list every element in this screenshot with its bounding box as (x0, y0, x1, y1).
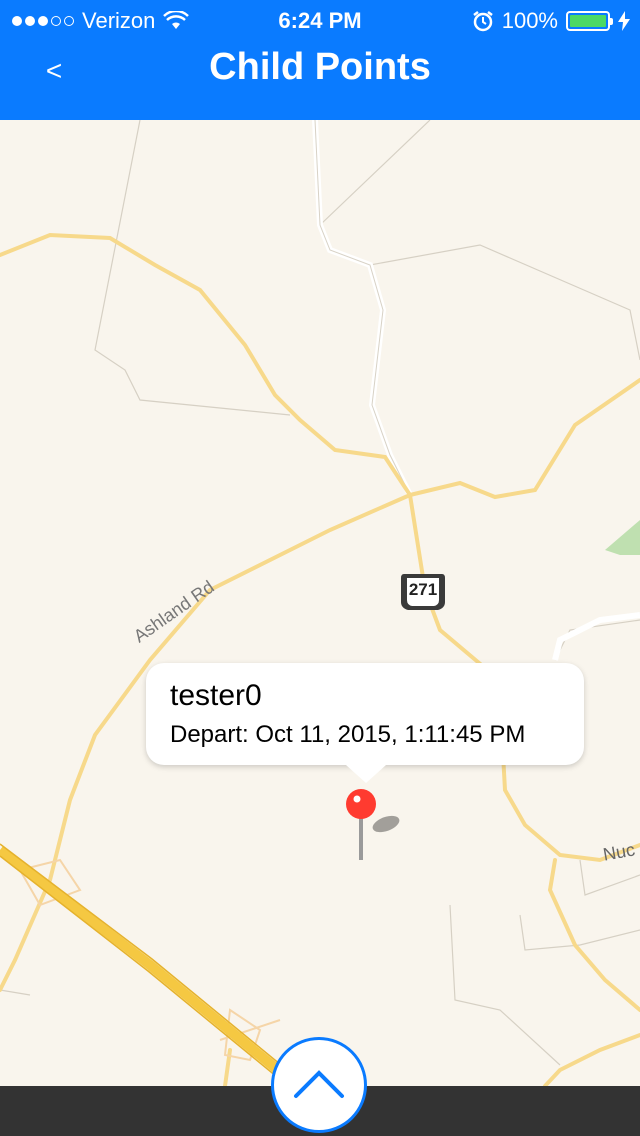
route-shield-icon: 271 (400, 572, 446, 612)
expand-button[interactable] (271, 1037, 367, 1133)
navigation-header: Verizon 6:24 PM 100% < Child Points (0, 0, 640, 120)
bolt-icon (618, 11, 630, 31)
status-right-group: 100% (472, 8, 630, 34)
status-bar: Verizon 6:24 PM 100% (0, 0, 640, 40)
pin-callout[interactable]: tester0 Depart: Oct 11, 2015, 1:11:45 PM (146, 663, 584, 783)
map-pin-icon[interactable] (342, 786, 412, 866)
chevron-up-icon (294, 1070, 344, 1098)
battery-percent: 100% (501, 8, 558, 33)
battery-icon (566, 11, 613, 31)
page-title: Child Points (209, 46, 431, 88)
park-area (605, 520, 640, 555)
alarm-icon (472, 11, 493, 32)
map-view[interactable]: Ashland Rd Nuc 271 tester0 Depart: Oct 1… (0, 120, 640, 1086)
callout-title: tester0 (170, 679, 262, 712)
callout-depart-time: Depart: Oct 11, 2015, 1:11:45 PM (170, 721, 526, 748)
battery-level (570, 15, 606, 27)
map-roads (0, 120, 640, 1086)
route-shield-number: 271 (408, 580, 438, 599)
